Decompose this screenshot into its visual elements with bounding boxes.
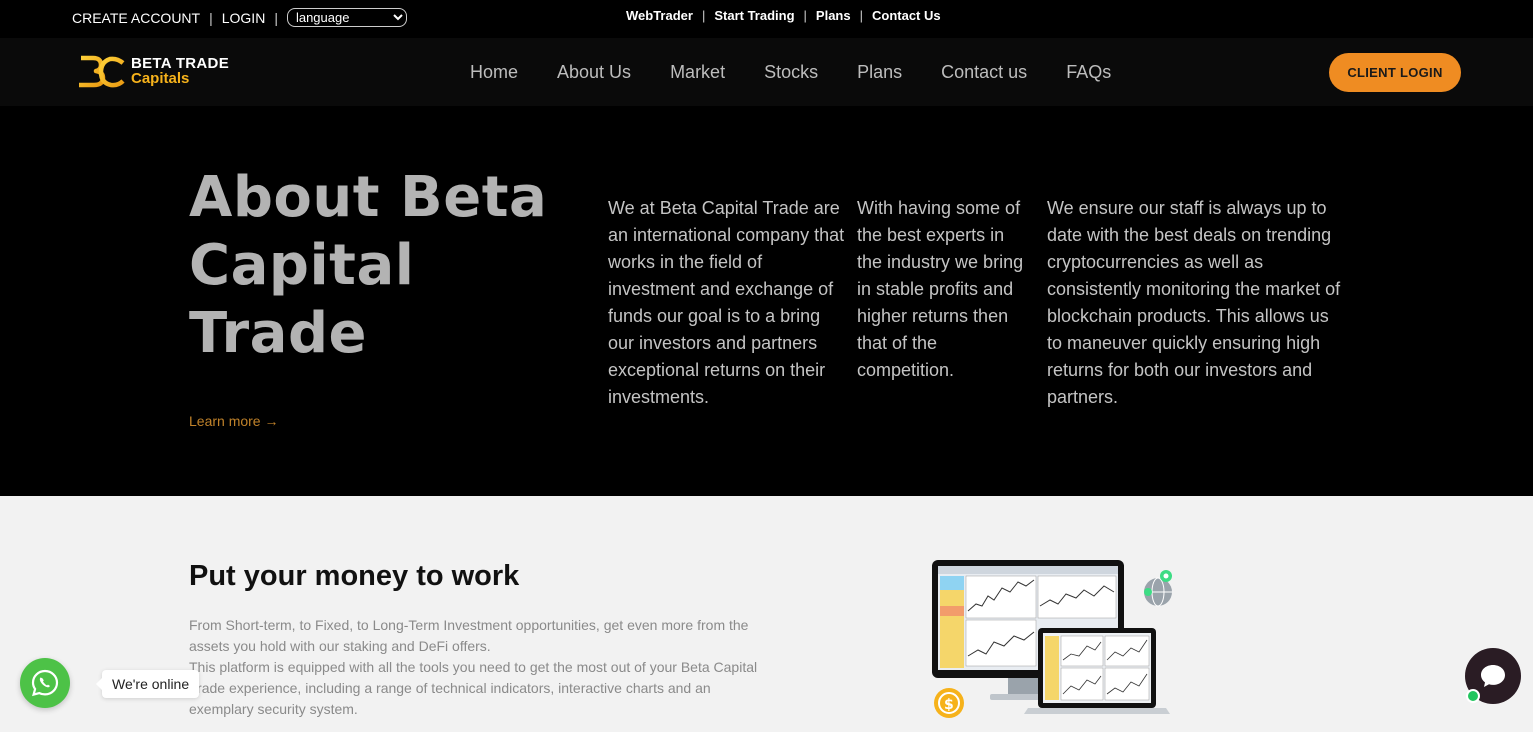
contact-top-link[interactable]: Contact Us bbox=[872, 8, 941, 23]
logo-mark-icon bbox=[77, 54, 125, 88]
top-links: WebTrader | Start Trading | Plans | Cont… bbox=[626, 8, 941, 23]
separator: | bbox=[701, 8, 706, 23]
nav-market[interactable]: Market bbox=[670, 62, 725, 83]
account-links: CREATE ACCOUNT | LOGIN | language bbox=[72, 8, 407, 27]
online-status-label: We're online bbox=[95, 670, 200, 698]
brand-line-2: Capitals bbox=[131, 70, 190, 87]
language-select[interactable]: language bbox=[286, 8, 407, 27]
start-trading-link[interactable]: Start Trading bbox=[714, 8, 794, 23]
about-column-1: We at Beta Capital Trade are an internat… bbox=[608, 198, 845, 407]
main-nav: BETA TRADE Capitals Home About Us Market… bbox=[0, 38, 1533, 106]
work-title: Put your money to work bbox=[189, 560, 520, 592]
nav-about[interactable]: About Us bbox=[557, 62, 631, 83]
chat-bubble-icon bbox=[1481, 665, 1505, 687]
about-hero: About Beta Capital Trade Learn more → We… bbox=[0, 106, 1533, 496]
nav-faqs[interactable]: FAQs bbox=[1066, 62, 1111, 83]
work-paragraph-2: This platform is equipped with all the t… bbox=[189, 659, 758, 717]
about-column-2: With having some of the best experts in … bbox=[857, 198, 1024, 380]
top-bar: CREATE ACCOUNT | LOGIN | language WebTra… bbox=[0, 0, 1533, 38]
plans-top-link[interactable]: Plans bbox=[816, 8, 851, 23]
whatsapp-icon bbox=[31, 669, 59, 697]
separator: | bbox=[209, 9, 213, 26]
svg-text:$: $ bbox=[944, 697, 954, 713]
chat-online-indicator bbox=[1466, 689, 1480, 703]
hero-title: About Beta Capital Trade bbox=[189, 165, 548, 366]
separator: | bbox=[859, 8, 863, 23]
login-link[interactable]: LOGIN bbox=[222, 10, 266, 26]
client-login-button[interactable]: CLIENT LOGIN bbox=[1329, 53, 1461, 92]
work-paragraph-1: From Short-term, to Fixed, to Long-Term … bbox=[189, 617, 749, 654]
logo-text: BETA TRADE Capitals bbox=[131, 56, 229, 86]
brand-logo[interactable]: BETA TRADE Capitals bbox=[77, 54, 229, 88]
brand-line-1: BETA TRADE bbox=[131, 55, 229, 72]
learn-more-link[interactable]: Learn more → bbox=[189, 413, 278, 429]
nav-stocks[interactable]: Stocks bbox=[764, 62, 818, 83]
about-column-3: We ensure our staff is always up to date… bbox=[1047, 198, 1341, 407]
separator: | bbox=[803, 8, 807, 23]
create-account-link[interactable]: CREATE ACCOUNT bbox=[72, 10, 200, 26]
webtrader-link[interactable]: WebTrader bbox=[626, 8, 693, 23]
nav-contact[interactable]: Contact us bbox=[941, 62, 1027, 83]
whatsapp-button[interactable] bbox=[20, 658, 70, 708]
nav-home[interactable]: Home bbox=[470, 62, 518, 83]
nav-menu: Home About Us Market Stocks Plans Contac… bbox=[470, 62, 1111, 83]
separator: | bbox=[274, 9, 278, 26]
nav-plans[interactable]: Plans bbox=[857, 62, 902, 83]
trading-devices-illustration: $ bbox=[930, 556, 1180, 727]
